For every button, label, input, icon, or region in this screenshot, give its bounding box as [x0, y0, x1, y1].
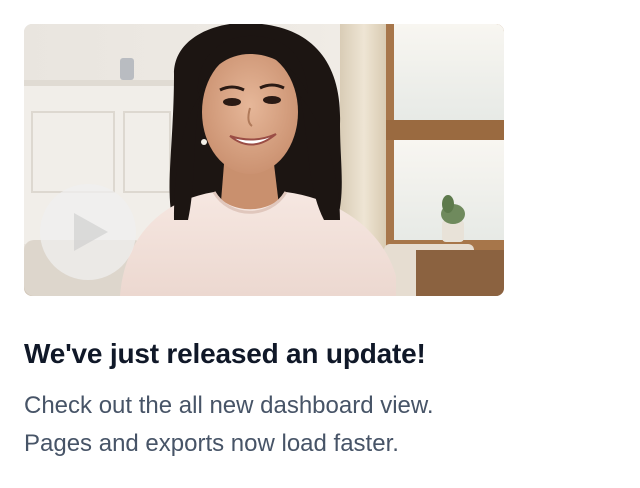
update-title: We've just released an update!: [24, 338, 426, 369]
play-icon: [74, 213, 108, 251]
update-card: We've just released an update! Check out…: [0, 0, 640, 488]
video-player[interactable]: [24, 24, 504, 296]
description-line-1: Check out the all new dashboard view.: [24, 392, 434, 419]
update-description: Check out the all new dashboard view. Pa…: [24, 387, 624, 463]
description-line-2: Pages and exports now load faster.: [24, 430, 399, 457]
play-button[interactable]: [40, 184, 136, 280]
